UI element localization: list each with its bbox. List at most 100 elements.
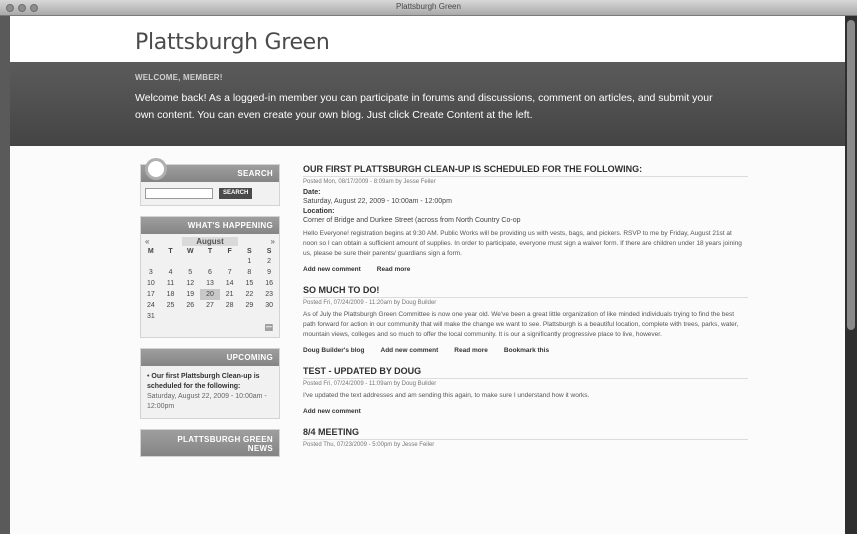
calendar-day[interactable]: 18 [161,289,181,300]
calendar-day[interactable]: 12 [180,278,200,289]
upcoming-block-header: UPCOMING [141,349,279,366]
calendar-empty-cell [200,256,220,267]
add-comment-link[interactable]: Add new comment [303,266,361,273]
calendar-empty-cell [180,256,200,267]
calendar-day[interactable]: 8 [240,267,260,278]
add-comment-link[interactable]: Add new comment [303,408,361,415]
calendar-prev-button[interactable]: « [145,237,149,246]
calendar-day[interactable]: 11 [161,278,181,289]
calendar-empty-cell [259,311,279,322]
search-block-header: SEARCH [141,158,279,182]
post-title[interactable]: TEST - UPDATED BY DOUG [303,366,748,378]
calendar-day[interactable]: 6 [200,267,220,278]
post-title[interactable]: OUR FIRST PLATTSBURGH CLEAN-UP IS SCHEDU… [303,164,748,176]
date-value: Saturday, August 22, 2009 - 10:00am - 12… [303,198,452,205]
calendar-day[interactable]: 19 [180,289,200,300]
post: OUR FIRST PLATTSBURGH CLEAN-UP IS SCHEDU… [303,164,748,273]
calendar-day[interactable]: 5 [180,267,200,278]
calendar-day[interactable]: 24 [141,300,161,311]
news-block-header: PLATTSBURGH GREEN NEWS [141,430,279,456]
location-label: Location: [303,208,335,215]
post-meta: Posted Fri, 07/24/2009 - 11:09am by Doug… [303,378,748,387]
calendar-empty-cell [180,311,200,322]
vertical-scrollbar[interactable] [845,16,857,534]
calendar-day[interactable]: 28 [220,300,240,311]
search-button[interactable]: SEARCH [219,188,253,199]
window-title: Plattsburgh Green [396,2,461,11]
post-links: Add new comment Read more [303,266,748,273]
calendar-day[interactable]: 20 [200,289,220,300]
search-block: SEARCH SEARCH [140,158,280,206]
calendar-day[interactable]: 29 [240,300,260,311]
calendar-week: 10 11 12 13 14 15 16 [141,278,279,289]
calendar-day[interactable]: 16 [259,278,279,289]
weekday-header: S [247,248,252,255]
calendar-day[interactable]: 21 [220,289,240,300]
sidebar: SEARCH SEARCH WHAT'S HAPPENING « August … [140,158,280,467]
calendar-day[interactable]: 14 [220,278,240,289]
scrollbar-thumb[interactable] [847,20,855,330]
calendar-day[interactable]: 9 [259,267,279,278]
add-comment-link[interactable]: Add new comment [381,347,439,354]
welcome-text: Welcome back! As a logged-in member you … [135,92,713,121]
date-label: Date: [303,189,321,196]
post-title[interactable]: 8/4 MEETING [303,427,748,439]
news-heading-line2: NEWS [247,444,273,453]
calendar-day[interactable]: 30 [259,300,279,311]
calendar-week: 12 [141,256,279,267]
calendar-day[interactable]: 10 [141,278,161,289]
upcoming-event-link[interactable]: Our first Plattsburgh Clean-up is schedu… [147,373,260,390]
post: TEST - UPDATED BY DOUG Posted Fri, 07/24… [303,366,748,415]
site-title[interactable]: Plattsburgh Green [135,30,330,55]
calendar-day[interactable]: 2 [259,256,279,267]
bookmark-link[interactable]: Bookmark this [504,347,549,354]
calendar-day[interactable]: 31 [141,311,161,322]
search-heading: SEARCH [237,169,273,178]
post: 8/4 MEETING Posted Thu, 07/23/2009 - 5:0… [303,427,748,448]
calendar-empty-cell [161,256,181,267]
calendar-week: 24 25 26 27 28 29 30 [141,300,279,311]
calendar-day[interactable]: 3 [141,267,161,278]
calendar-day[interactable]: 1 [240,256,260,267]
welcome-banner: WELCOME, MEMBER! Welcome back! As a logg… [10,62,845,146]
calendar-day[interactable]: 23 [259,289,279,300]
calendar-day[interactable]: 26 [180,300,200,311]
calendar-day[interactable]: 13 [200,278,220,289]
weekday-header: W [186,248,194,255]
post-title[interactable]: SO MUCH TO DO! [303,285,748,297]
calendar-next-button[interactable]: » [271,237,275,246]
post-meta: Posted Thu, 07/23/2009 - 5:00pm by Jesse… [303,439,748,448]
calendar-block-header: WHAT'S HAPPENING [141,217,279,234]
post-body: Hello Everyone! registration begins at 9… [303,230,742,257]
window-frame-left [0,16,10,534]
calendar-empty-cell [200,311,220,322]
upcoming-item: • Our first Plattsburgh Clean-up is sche… [147,372,273,412]
calendar-empty-cell [220,256,240,267]
post-links: Add new comment [303,408,748,415]
ical-feed-icon[interactable]: ▤ [141,322,279,337]
calendar-day[interactable]: 17 [141,289,161,300]
calendar-heading: WHAT'S HAPPENING [187,221,273,230]
weekday-header: T [168,248,173,255]
author-blog-link[interactable]: Doug Builder's blog [303,347,365,354]
calendar-day[interactable]: 4 [161,267,181,278]
main-content: OUR FIRST PLATTSBURGH CLEAN-UP IS SCHEDU… [303,164,748,460]
upcoming-block: UPCOMING • Our first Plattsburgh Clean-u… [140,348,280,419]
upcoming-heading: UPCOMING [226,353,273,362]
search-input[interactable] [145,188,213,199]
read-more-link[interactable]: Read more [377,266,411,273]
calendar-day[interactable]: 27 [200,300,220,311]
calendar-day[interactable]: 22 [240,289,260,300]
upcoming-list: • Our first Plattsburgh Clean-up is sche… [141,366,279,418]
calendar-block: WHAT'S HAPPENING « August » M T W T F S … [140,216,280,338]
calendar-empty-cell [220,311,240,322]
location-value: Corner of Bridge and Durkee Street (acro… [303,217,521,224]
welcome-label: WELCOME, MEMBER! [135,73,223,82]
calendar-day[interactable]: 15 [240,278,260,289]
calendar-day[interactable]: 25 [161,300,181,311]
calendar-week: 31 [141,311,279,322]
calendar-day[interactable]: 7 [220,267,240,278]
search-form: SEARCH [141,182,279,205]
read-more-link[interactable]: Read more [454,347,488,354]
post-meta: Posted Fri, 07/24/2009 - 11:20am by Doug… [303,297,748,306]
